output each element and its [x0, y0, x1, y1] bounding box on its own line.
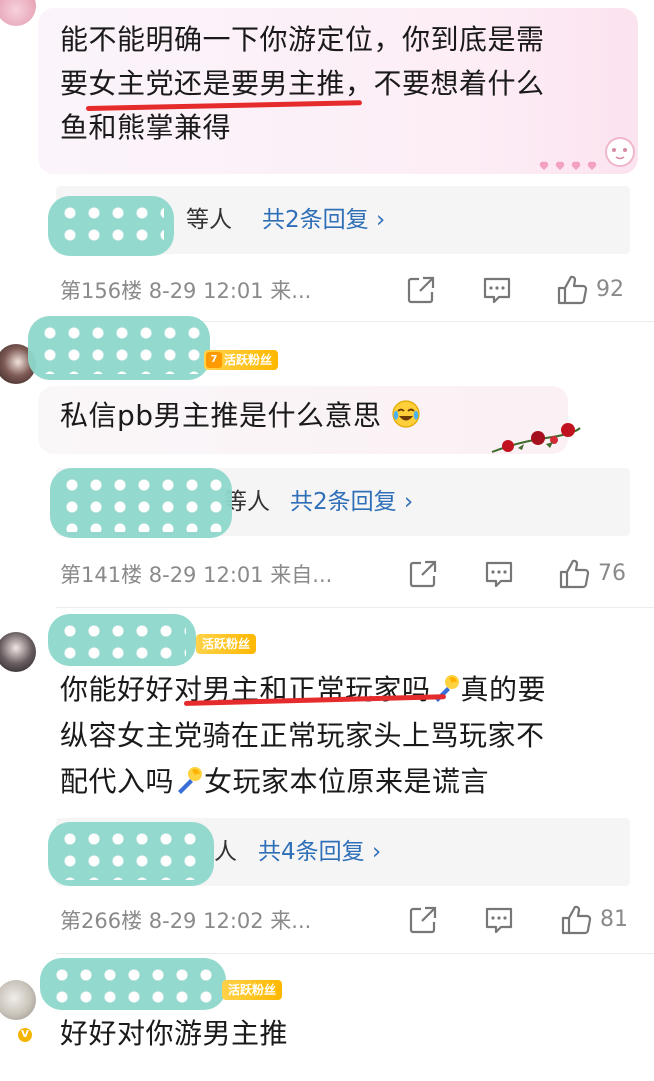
comment-text-line: 你能好好对男主和正常玩家吗 真的要	[60, 673, 547, 706]
comment-266: 活跃粉丝 你能好好对男主和正常玩家吗 真的要 纵容女主党骑在正常玩家头上骂玩家不 …	[0, 608, 654, 953]
share-button[interactable]	[408, 558, 438, 590]
blurred-username	[28, 316, 210, 380]
share-button[interactable]	[406, 274, 436, 306]
torch-emoji	[178, 767, 203, 794]
like-button[interactable]: 81	[560, 904, 628, 936]
comment-icon	[485, 907, 513, 934]
comment-latest: V 活跃粉丝 好好对你游男主推	[0, 954, 654, 1081]
avatar[interactable]	[0, 632, 36, 672]
like-icon	[557, 275, 588, 305]
blurred-username	[48, 196, 174, 256]
like-count: 81	[600, 907, 628, 932]
like-icon	[561, 905, 592, 935]
like-count: 92	[596, 277, 624, 302]
comment-button[interactable]	[482, 274, 512, 306]
comment-text-line: 能不能明确一下你游定位，你到底是需	[60, 23, 545, 56]
comment-icon	[485, 561, 513, 588]
like-button[interactable]: 76	[558, 558, 626, 590]
floor-timestamp: 第156楼 8-29 12:01 来...	[60, 279, 312, 303]
fan-badge: 活跃粉丝	[222, 980, 283, 1000]
reply-preview-names: 等人	[186, 207, 232, 233]
avatar[interactable]	[0, 980, 36, 1020]
comment-text-line: 纵容女主党骑在正常玩家头上骂玩家不	[60, 719, 545, 752]
share-icon	[409, 560, 437, 588]
floor-timestamp: 第141楼 8-29 12:01 来自...	[60, 563, 333, 587]
blurred-username	[50, 468, 232, 538]
fan-badge: 活跃粉丝	[196, 634, 257, 654]
roses-decoration	[491, 423, 581, 453]
like-icon	[559, 559, 590, 589]
reply-preview-names: 人	[214, 839, 237, 865]
verified-badge: V	[16, 1026, 34, 1044]
laugh-cry-emoji	[392, 400, 420, 428]
comment-text-line: 配代入吗 女玩家本位原来是谎言	[60, 765, 490, 798]
avatar[interactable]	[0, 0, 36, 26]
comment-button[interactable]	[484, 558, 514, 590]
blurred-username	[40, 958, 226, 1010]
fan-badge: 7 活跃粉丝	[204, 350, 279, 370]
comment-text-line: 要女主党还是要男主推，不要想着什么	[60, 67, 545, 100]
share-button[interactable]	[408, 904, 438, 936]
floor-timestamp: 第266楼 8-29 12:02 来...	[60, 909, 312, 933]
share-icon	[409, 906, 437, 934]
comment-141: 7 活跃粉丝 私信pb男主推是什么意思 等人 共2条回复 › 第141楼 8-2…	[0, 316, 654, 607]
share-icon	[407, 276, 435, 304]
hearts-decoration	[539, 137, 635, 170]
like-button[interactable]: 92	[556, 274, 624, 306]
view-replies-link[interactable]: 共4条回复 ›	[258, 818, 381, 886]
like-count: 76	[598, 561, 626, 586]
blurred-username	[48, 614, 196, 666]
fan-level: 7	[206, 352, 222, 368]
comment-text: 好好对你游男主推	[60, 1017, 289, 1050]
comment-156: 能不能明确一下你游定位，你到底是需 要女主党还是要男主推，不要想着什么 鱼和熊掌…	[0, 0, 654, 320]
blurred-username	[48, 822, 214, 886]
view-replies-link[interactable]: 共2条回复 ›	[262, 186, 385, 254]
comment-icon	[483, 277, 511, 304]
view-replies-link[interactable]: 共2条回复 ›	[290, 468, 413, 536]
comment-button[interactable]	[484, 904, 514, 936]
